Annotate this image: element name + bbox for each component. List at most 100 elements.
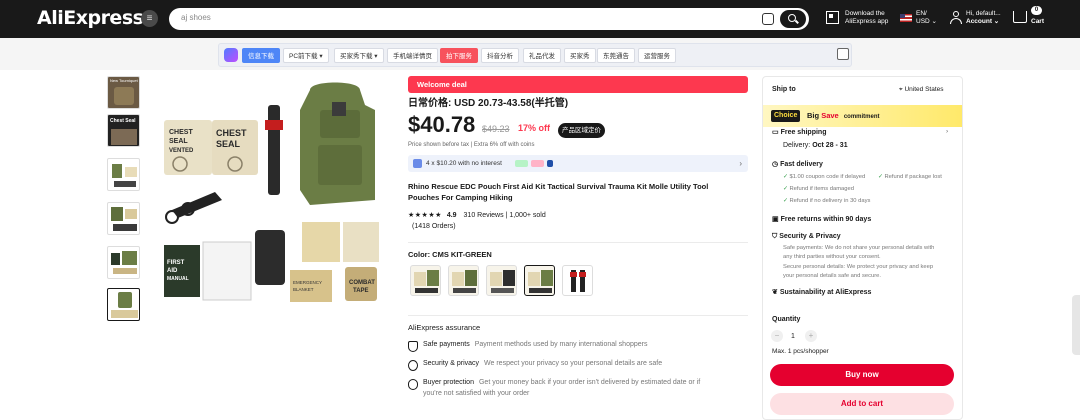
thumbnail-3[interactable] xyxy=(107,158,140,191)
klarna-logo-icon xyxy=(531,160,544,167)
svg-text:TAPE: TAPE xyxy=(353,288,369,294)
page-scrollbar[interactable] xyxy=(1072,295,1080,355)
svg-text:CHEST: CHEST xyxy=(169,129,193,136)
chevron-right-icon[interactable]: › xyxy=(946,128,948,135)
cart-label[interactable]: Cart xyxy=(1031,18,1044,26)
security-privacy: ⛉ Security & Privacy xyxy=(772,233,841,240)
fast-delivery-benefit: ✓ Refund if items damaged xyxy=(783,186,854,192)
svg-text:CHEST: CHEST xyxy=(216,128,247,138)
quantity-value[interactable]: 1 xyxy=(791,333,795,340)
add-to-cart-button[interactable]: Add to cart xyxy=(770,393,954,415)
choice-logo: Choice xyxy=(771,110,801,122)
menu-icon[interactable]: ≡ xyxy=(141,10,158,27)
divider xyxy=(408,242,748,243)
search-bar[interactable]: aj shoes xyxy=(169,8,809,30)
free-returns: ▣ Free returns within 90 days xyxy=(772,216,872,223)
thumbnail-4[interactable] xyxy=(107,202,140,235)
main-product-image[interactable]: CHEST SEAL VENTED CHEST SEAL FIRST AID M… xyxy=(160,80,390,305)
quantity-decrease-button[interactable]: − xyxy=(771,330,783,342)
chevron-right-icon: › xyxy=(739,159,742,168)
leaf-icon: ❦ xyxy=(772,289,778,296)
fast-delivery-benefit: ✓ Refund if package lost xyxy=(878,174,942,180)
color-option[interactable] xyxy=(562,265,593,296)
choice-banner[interactable]: Choice Big Save commitment xyxy=(763,105,962,127)
aliexpress-logo[interactable]: AliExpress xyxy=(37,7,144,29)
fast-delivery: ◷ Fast delivery xyxy=(772,161,823,168)
rating-row[interactable]: ★★★★★ 4.9 310 Reviews | 1,000+ sold xyxy=(408,211,546,219)
extension-logo-icon[interactable] xyxy=(224,48,238,62)
toolbar-button[interactable]: 拍下服务 xyxy=(440,48,478,63)
daily-price-range: 日常价格: USD 20.73-43.58(半托管) xyxy=(408,98,569,109)
user-icon[interactable] xyxy=(950,11,962,25)
color-option[interactable] xyxy=(486,265,517,296)
reviews-link[interactable]: 310 Reviews xyxy=(464,212,504,219)
divider xyxy=(408,315,748,316)
assurance-heading: AliExpress assurance xyxy=(408,323,481,332)
buy-now-button[interactable]: Buy now xyxy=(770,364,954,386)
svg-text:BLANKET: BLANKET xyxy=(293,287,314,292)
color-option[interactable] xyxy=(410,265,441,296)
top-header: AliExpress ≡ aj shoes Download the AliEx… xyxy=(0,0,1080,38)
qr-code-icon[interactable] xyxy=(826,11,839,24)
toolbar-button[interactable]: 信息下载 xyxy=(242,48,280,63)
security-text: Safe payments: We do not share your pers… xyxy=(783,245,935,251)
card-icon xyxy=(413,159,422,168)
svg-text:AID: AID xyxy=(167,268,178,274)
thumbnail-5[interactable] xyxy=(107,246,140,279)
orders-count: (1418 Orders) xyxy=(412,223,456,230)
color-option-selected[interactable] xyxy=(524,265,555,296)
fast-delivery-benefit: ✓ Refund if no delivery in 30 days xyxy=(783,198,871,204)
toolbar-button[interactable]: PC前下载 ▾ xyxy=(283,48,329,63)
toolbar-button[interactable]: 抖音分析 xyxy=(481,48,519,63)
sustainability-link[interactable]: ❦ Sustainability at AliExpress xyxy=(772,288,871,296)
svg-text:COMBAT: COMBAT xyxy=(349,280,375,286)
shield-check-icon: ⛉ xyxy=(772,233,778,240)
price-note: Price shown before tax | Extra 6% off wi… xyxy=(408,142,535,148)
thumbnail-6-selected[interactable] xyxy=(107,288,140,321)
account-menu[interactable]: Hi, default... Account ⌄ xyxy=(966,10,1001,26)
toolbar-button[interactable]: 礼品代发 xyxy=(523,48,561,63)
security-text: any third parties without your consent. xyxy=(783,254,881,260)
buyer-protection-icon xyxy=(408,379,418,390)
free-shipping[interactable]: ▭ Free shipping xyxy=(772,128,826,136)
download-app-link[interactable]: Download the AliExpress app xyxy=(845,10,888,26)
toolbar-button[interactable]: 买家秀 xyxy=(564,48,596,63)
security-text: Secure personal details: We protect your… xyxy=(783,264,934,270)
us-flag-icon xyxy=(900,14,912,22)
paypal-logo-icon xyxy=(547,160,553,167)
ship-to-label: Ship to xyxy=(772,86,796,93)
product-title: Rhino Rescue EDC Pouch First Aid Kit Tac… xyxy=(408,182,709,202)
language-currency-selector[interactable]: EN/ USD ⌄ xyxy=(916,10,937,26)
welcome-deal-banner: Welcome deal xyxy=(408,76,748,93)
toolbar-button[interactable]: 运营服务 xyxy=(638,48,676,63)
search-input[interactable]: aj shoes xyxy=(181,13,211,22)
svg-text:VENTED: VENTED xyxy=(169,148,194,154)
installment-banner[interactable]: 4 x $10.20 with no interest › xyxy=(408,155,748,172)
clock-icon: ◷ xyxy=(772,161,779,168)
ship-to-selector[interactable]: ⌖ United States xyxy=(899,86,944,94)
quantity-label: Quantity xyxy=(772,316,801,323)
quantity-increase-button[interactable]: + xyxy=(805,330,817,342)
toolbar-settings-icon[interactable] xyxy=(837,48,849,60)
shield-icon xyxy=(408,341,418,352)
thumbnail-1[interactable]: New Tourniquet xyxy=(107,76,140,109)
cart-icon[interactable] xyxy=(1013,11,1027,23)
current-price: $40.78 xyxy=(408,112,476,137)
region-pricing-badge[interactable]: 产品区域定价 xyxy=(558,123,605,138)
camera-search-icon[interactable] xyxy=(762,13,774,25)
afterpay-logo-icon xyxy=(515,160,528,167)
svg-text:FIRST: FIRST xyxy=(167,260,185,266)
svg-text:SEAL: SEAL xyxy=(216,139,241,149)
svg-text:MANUAL: MANUAL xyxy=(167,276,189,282)
color-label: Color: CMS KIT-GREEN xyxy=(408,250,492,259)
cart-count-badge: 0 xyxy=(1031,6,1042,15)
lock-icon xyxy=(408,360,418,371)
toolbar-button[interactable]: 手机端详情页 xyxy=(387,48,438,63)
search-button[interactable] xyxy=(780,10,806,28)
toolbar-button[interactable]: 东莞通告 xyxy=(597,48,635,63)
toolbar-button[interactable]: 买家秀下载 ▾ xyxy=(334,48,384,63)
discount-label: 17% off xyxy=(518,123,551,133)
color-option[interactable] xyxy=(448,265,479,296)
extension-toolbar: 信息下载 PC前下载 ▾ 买家秀下载 ▾ 手机端详情页 拍下服务 抖音分析 礼品… xyxy=(218,43,852,67)
thumbnail-2[interactable]: Chest Seal xyxy=(107,114,140,147)
